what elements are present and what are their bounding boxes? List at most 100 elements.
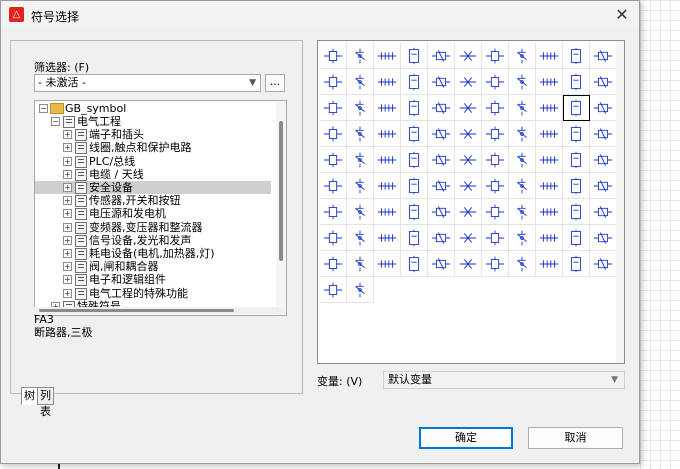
symbol-thumbnail[interactable]: [536, 147, 563, 173]
expand-icon[interactable]: +: [63, 196, 72, 206]
symbol-thumbnail[interactable]: [563, 95, 590, 121]
symbol-thumbnail[interactable]: [590, 147, 617, 173]
symbol-thumbnail[interactable]: [347, 121, 374, 147]
tree-scrollbar[interactable]: [276, 101, 286, 315]
symbol-thumbnail[interactable]: [374, 251, 401, 277]
tree-item[interactable]: + 信号设备,发光和发声: [35, 234, 271, 247]
symbol-tree[interactable]: − GB_symbol − 电气工程 + 端子和插头 + 线圈,触点和保护电路 + PLC/总…: [34, 100, 287, 316]
expand-icon[interactable]: +: [63, 143, 72, 153]
symbol-thumbnail[interactable]: [320, 147, 347, 173]
symbol-thumbnail[interactable]: [509, 173, 536, 199]
symbol-thumbnail[interactable]: [347, 225, 374, 251]
symbol-thumbnail[interactable]: [401, 121, 428, 147]
symbol-thumbnail[interactable]: [320, 277, 347, 303]
symbol-thumbnail[interactable]: [347, 95, 374, 121]
symbol-thumbnail[interactable]: [536, 225, 563, 251]
tree-item[interactable]: + 电压源和发电机: [35, 207, 271, 221]
hscroll-thumb[interactable]: [39, 309, 234, 312]
symbol-thumbnail[interactable]: [482, 43, 509, 69]
symbol-thumbnail[interactable]: [509, 251, 536, 277]
expand-icon[interactable]: +: [63, 130, 72, 140]
symbol-thumbnail[interactable]: [482, 147, 509, 173]
symbol-thumbnail[interactable]: [455, 121, 482, 147]
expand-icon[interactable]: +: [63, 262, 72, 272]
symbol-thumbnail[interactable]: [455, 43, 482, 69]
symbol-thumbnail[interactable]: [401, 199, 428, 225]
symbol-thumbnail[interactable]: [482, 199, 509, 225]
symbol-thumbnail[interactable]: [482, 69, 509, 95]
symbol-thumbnail[interactable]: [428, 95, 455, 121]
collapse-icon[interactable]: −: [51, 117, 60, 126]
symbol-thumbnail[interactable]: [320, 199, 347, 225]
symbol-thumbnail[interactable]: [401, 225, 428, 251]
filter-browse-button[interactable]: ...: [265, 74, 285, 92]
symbol-thumbnail[interactable]: [347, 277, 374, 303]
symbol-thumbnail[interactable]: [509, 199, 536, 225]
symbol-thumbnail[interactable]: [320, 95, 347, 121]
symbol-thumbnail[interactable]: [536, 251, 563, 277]
symbol-thumbnail[interactable]: [428, 121, 455, 147]
symbol-thumbnail[interactable]: [374, 69, 401, 95]
symbol-thumbnail[interactable]: [428, 251, 455, 277]
symbol-thumbnail[interactable]: [428, 147, 455, 173]
symbol-thumbnail[interactable]: [590, 43, 617, 69]
symbol-thumbnail[interactable]: [401, 95, 428, 121]
symbol-thumbnail[interactable]: [455, 69, 482, 95]
symbol-thumbnail[interactable]: [428, 199, 455, 225]
symbol-thumbnail[interactable]: [563, 69, 590, 95]
symbol-thumbnail[interactable]: [320, 251, 347, 277]
symbol-thumbnail[interactable]: [401, 173, 428, 199]
symbol-thumbnail[interactable]: [563, 199, 590, 225]
symbol-thumbnail[interactable]: [428, 225, 455, 251]
expand-icon[interactable]: +: [63, 235, 72, 245]
tree-item[interactable]: + 阀,闸和耦合器: [35, 260, 271, 274]
symbol-thumbnail[interactable]: [509, 147, 536, 173]
symbol-thumbnail[interactable]: [536, 173, 563, 199]
preview-scrollbar[interactable]: [616, 41, 624, 363]
scroll-thumb[interactable]: [279, 121, 283, 261]
tree-item[interactable]: + 电子和逻辑组件: [35, 273, 271, 287]
tree-item[interactable]: + 电气工程的特殊功能: [35, 287, 271, 300]
symbol-thumbnail[interactable]: [374, 225, 401, 251]
symbol-thumbnail[interactable]: [536, 95, 563, 121]
close-button[interactable]: ✕: [611, 4, 633, 26]
expand-icon[interactable]: +: [63, 156, 72, 166]
tree-item[interactable]: + 安全设备: [35, 181, 271, 194]
tree-item[interactable]: + PLC/总线: [35, 155, 271, 168]
symbol-thumbnail[interactable]: [455, 95, 482, 121]
expand-icon[interactable]: +: [63, 183, 72, 192]
symbol-thumbnail[interactable]: [509, 95, 536, 121]
symbol-thumbnail[interactable]: [590, 173, 617, 199]
symbol-thumbnail[interactable]: [347, 251, 374, 277]
symbol-thumbnail[interactable]: [428, 69, 455, 95]
symbol-thumbnail[interactable]: [536, 69, 563, 95]
symbol-thumbnail[interactable]: [536, 43, 563, 69]
symbol-thumbnail[interactable]: [509, 69, 536, 95]
collapse-icon[interactable]: −: [39, 104, 48, 113]
expand-icon[interactable]: +: [63, 222, 72, 232]
symbol-thumbnail[interactable]: [320, 121, 347, 147]
symbol-thumbnail[interactable]: [590, 95, 617, 121]
symbol-thumbnail[interactable]: [320, 43, 347, 69]
expand-icon[interactable]: +: [63, 288, 72, 298]
symbol-thumbnail[interactable]: [509, 43, 536, 69]
expand-icon[interactable]: +: [63, 209, 72, 219]
symbol-thumbnail[interactable]: [482, 251, 509, 277]
ok-button[interactable]: 确定: [419, 427, 513, 449]
symbol-thumbnail[interactable]: [563, 121, 590, 147]
symbol-thumbnail[interactable]: [590, 225, 617, 251]
symbol-thumbnail[interactable]: [428, 173, 455, 199]
tree-item[interactable]: + 变频器,变压器和整流器: [35, 221, 271, 234]
tab-tree[interactable]: 树: [21, 387, 38, 405]
symbol-thumbnail[interactable]: [563, 43, 590, 69]
symbol-thumbnail[interactable]: [401, 69, 428, 95]
symbol-thumbnail[interactable]: [374, 173, 401, 199]
symbol-thumbnail[interactable]: [347, 43, 374, 69]
symbol-thumbnail[interactable]: [563, 173, 590, 199]
symbol-thumbnail[interactable]: [482, 121, 509, 147]
symbol-thumbnail[interactable]: [401, 147, 428, 173]
tree-item[interactable]: + 电缆 / 天线: [35, 168, 271, 181]
symbol-thumbnail[interactable]: [401, 251, 428, 277]
symbol-thumbnail[interactable]: [320, 225, 347, 251]
symbol-thumbnail[interactable]: [455, 199, 482, 225]
